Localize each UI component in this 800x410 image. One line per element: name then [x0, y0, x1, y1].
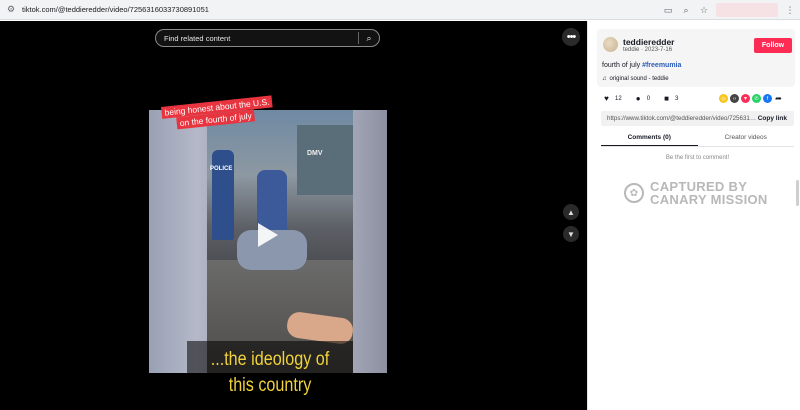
author-meta: teddie · 2023-7-16 [623, 47, 673, 53]
cast-icon[interactable]: ▭ [662, 4, 674, 16]
related-search-bar[interactable]: Find related content ⌕ [155, 29, 380, 47]
scene-officer [212, 150, 234, 240]
facebook-icon[interactable]: f [763, 94, 772, 103]
video-frame[interactable]: DMV POLICE [207, 110, 353, 373]
url-text[interactable]: tiktok.com/@teddieredder/video/725631603… [22, 5, 209, 14]
sound-row[interactable]: ♫ original sound - teddie [602, 76, 669, 82]
hashtag-link[interactable]: #freemumia [642, 62, 681, 69]
search-icon[interactable]: ⌕ [359, 33, 379, 44]
comment-icon[interactable]: ● [634, 94, 643, 103]
author-card: teddieredder teddie · 2023-7-16 Follow f… [597, 29, 795, 87]
like-count: 12 [615, 95, 622, 102]
related-search-input[interactable]: Find related content [164, 34, 358, 43]
canary-logo-icon: ✿ [624, 183, 644, 203]
browser-address-bar: ⚙ tiktok.com/@teddieredder/video/7256316… [0, 0, 800, 20]
follow-button[interactable]: Follow [754, 38, 792, 53]
tab-creator-videos[interactable]: Creator videos [698, 131, 795, 146]
repost-icon[interactable]: ◎ [719, 94, 728, 103]
heart-icon[interactable]: ♥ [602, 94, 611, 103]
kebab-menu-icon[interactable]: ⋮ [784, 4, 796, 16]
play-icon[interactable] [258, 223, 278, 247]
engagement-stats: ♥ 12 ● 0 ■ 3 [602, 94, 686, 103]
details-panel: teddieredder teddie · 2023-7-16 Follow f… [587, 21, 800, 410]
comment-count: 0 [646, 95, 651, 102]
scrollbar-thumb[interactable] [796, 180, 799, 206]
scene-building [297, 125, 353, 195]
whatsapp-icon[interactable]: ✆ [752, 94, 761, 103]
share-arrow-icon[interactable]: ➦ [774, 94, 783, 103]
tab-comments[interactable]: Comments (0) [601, 131, 698, 146]
save-count: 3 [675, 95, 679, 102]
author-username[interactable]: teddieredder [623, 37, 675, 47]
description-text: fourth of july [602, 62, 643, 69]
scene-sign: DMV [307, 150, 323, 157]
send-to-friends-icon[interactable]: ▼ [741, 94, 750, 103]
embed-icon[interactable]: ‹› [730, 94, 739, 103]
site-settings-icon[interactable]: ⚙ [4, 3, 18, 17]
scene-police-label: POLICE [210, 166, 233, 172]
bookmark-icon[interactable]: ■ [662, 94, 671, 103]
more-options-icon[interactable]: ••• [562, 28, 580, 46]
bookmark-star-icon[interactable]: ☆ [698, 4, 710, 16]
zoom-icon[interactable]: ⌕ [680, 4, 692, 16]
video-player[interactable]: DMV POLICE being honest about the U.S. o… [0, 21, 587, 410]
avatar[interactable] [603, 37, 618, 52]
panel-tabs: Comments (0) Creator videos [601, 131, 794, 147]
save-stat[interactable]: ■ 3 [662, 94, 678, 103]
video-link[interactable]: https://www.tiktok.com/@teddieredder/vid… [607, 115, 757, 122]
copy-link-row: https://www.tiktok.com/@teddieredder/vid… [601, 111, 794, 126]
comment-stat[interactable]: ● 0 [634, 94, 650, 103]
chevron-up-icon[interactable]: ▲ [563, 204, 579, 220]
watermark-line-2: CANARY MISSION [650, 192, 768, 207]
copy-link-button[interactable]: Copy link [758, 115, 787, 122]
profile-area[interactable] [716, 3, 778, 17]
music-note-icon: ♫ [602, 76, 607, 82]
like-stat[interactable]: ♥ 12 [602, 94, 622, 103]
video-subtitle: ...the ideology of this country [210, 349, 330, 396]
sound-name[interactable]: original sound - teddie [610, 76, 669, 82]
canary-mission-watermark: ✿ CAPTURED BY CANARY MISSION [624, 180, 768, 206]
share-icons: ◎ ‹› ▼ ✆ f ➦ [719, 94, 783, 103]
comments-empty-message: Be the first to comment! [665, 155, 730, 161]
chevron-down-icon[interactable]: ▼ [563, 226, 579, 242]
post-description: fourth of july #freemumia [602, 62, 681, 69]
